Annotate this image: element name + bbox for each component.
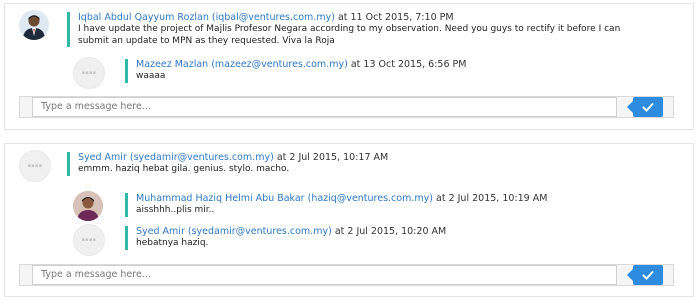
comment-thread-2: ▪▪▪▪ Syed Amir (syedamir@ventures.com.my…: [4, 143, 694, 297]
comment-timestamp: at 2 Jul 2015, 10:17 AM: [276, 152, 389, 163]
comment-text-line: emmm. haziq hebat gila. genius. stylo. m…: [78, 164, 290, 174]
check-icon: [642, 270, 654, 280]
message-composer: Type a message here...: [19, 264, 674, 286]
image-placeholder-icon: ▪▪▪▪: [81, 70, 97, 76]
reply-item: Syed Amir (syedamir@ventures.com.my) at …: [125, 226, 446, 250]
reply-item: Muhammad Haziq Helmi Abu Bakar (haziq@ve…: [125, 193, 547, 217]
avatar-iqbal: [19, 10, 49, 40]
comment-text: emmm. haziq hebat gila. genius. stylo. m…: [78, 164, 388, 176]
message-composer: Type a message here...: [19, 96, 674, 118]
person-photo-icon: [73, 191, 103, 221]
reply-item: Mazeez Mazlan (mazeez@ventures.com.my) a…: [125, 59, 466, 83]
comment-main: Syed Amir (syedamir@ventures.com.my) at …: [67, 152, 388, 176]
reply-timestamp: at 13 Oct 2015, 6:56 PM: [350, 59, 467, 70]
comment-text-line: I have update the project of Majlis Prof…: [78, 24, 621, 34]
avatar-placeholder: ▪▪▪▪: [73, 224, 105, 256]
reply-author-link[interactable]: Mazeez Mazlan (mazeez@ventures.com.my): [136, 59, 348, 70]
reply-timestamp: at 2 Jul 2015, 10:19 AM: [436, 193, 548, 204]
reply-text: aisshhh..plis mir..: [136, 205, 215, 215]
comment-text-line: submit an update to MPN as they requeste…: [78, 35, 335, 46]
reply-text: hebatnya haziq.: [136, 238, 209, 248]
message-input[interactable]: Type a message here...: [32, 265, 617, 285]
comment-author-link[interactable]: Iqbal Abdul Qayyum Rozlan (iqbal@venture…: [78, 12, 335, 23]
comment-author-link[interactable]: Syed Amir (syedamir@ventures.com.my): [78, 152, 274, 163]
avatar-placeholder: ▪▪▪▪: [19, 150, 51, 182]
reply-author-link[interactable]: Syed Amir (syedamir@ventures.com.my): [136, 226, 332, 237]
comment-main: Iqbal Abdul Qayyum Rozlan (iqbal@venture…: [67, 12, 620, 47]
image-placeholder-icon: ▪▪▪▪: [81, 237, 97, 243]
avatar-placeholder: ▪▪▪▪: [73, 57, 105, 89]
message-input[interactable]: Type a message here...: [32, 97, 617, 117]
avatar-haziq: [73, 191, 103, 221]
check-icon: [642, 102, 654, 112]
send-button[interactable]: [627, 265, 663, 285]
comment-text: I have update the project of Majlis Prof…: [78, 24, 620, 47]
person-photo-icon: [19, 10, 49, 40]
comment-thread-1: Iqbal Abdul Qayyum Rozlan (iqbal@venture…: [4, 3, 694, 130]
comment-timestamp: at 11 Oct 2015, 7:10 PM: [337, 12, 454, 23]
reply-author-link[interactable]: Muhammad Haziq Helmi Abu Bakar (haziq@ve…: [136, 193, 433, 204]
send-button[interactable]: [627, 97, 663, 117]
image-placeholder-icon: ▪▪▪▪: [27, 163, 43, 169]
reply-timestamp: at 2 Jul 2015, 10:20 AM: [334, 226, 447, 237]
reply-text: waaaa: [136, 71, 166, 81]
